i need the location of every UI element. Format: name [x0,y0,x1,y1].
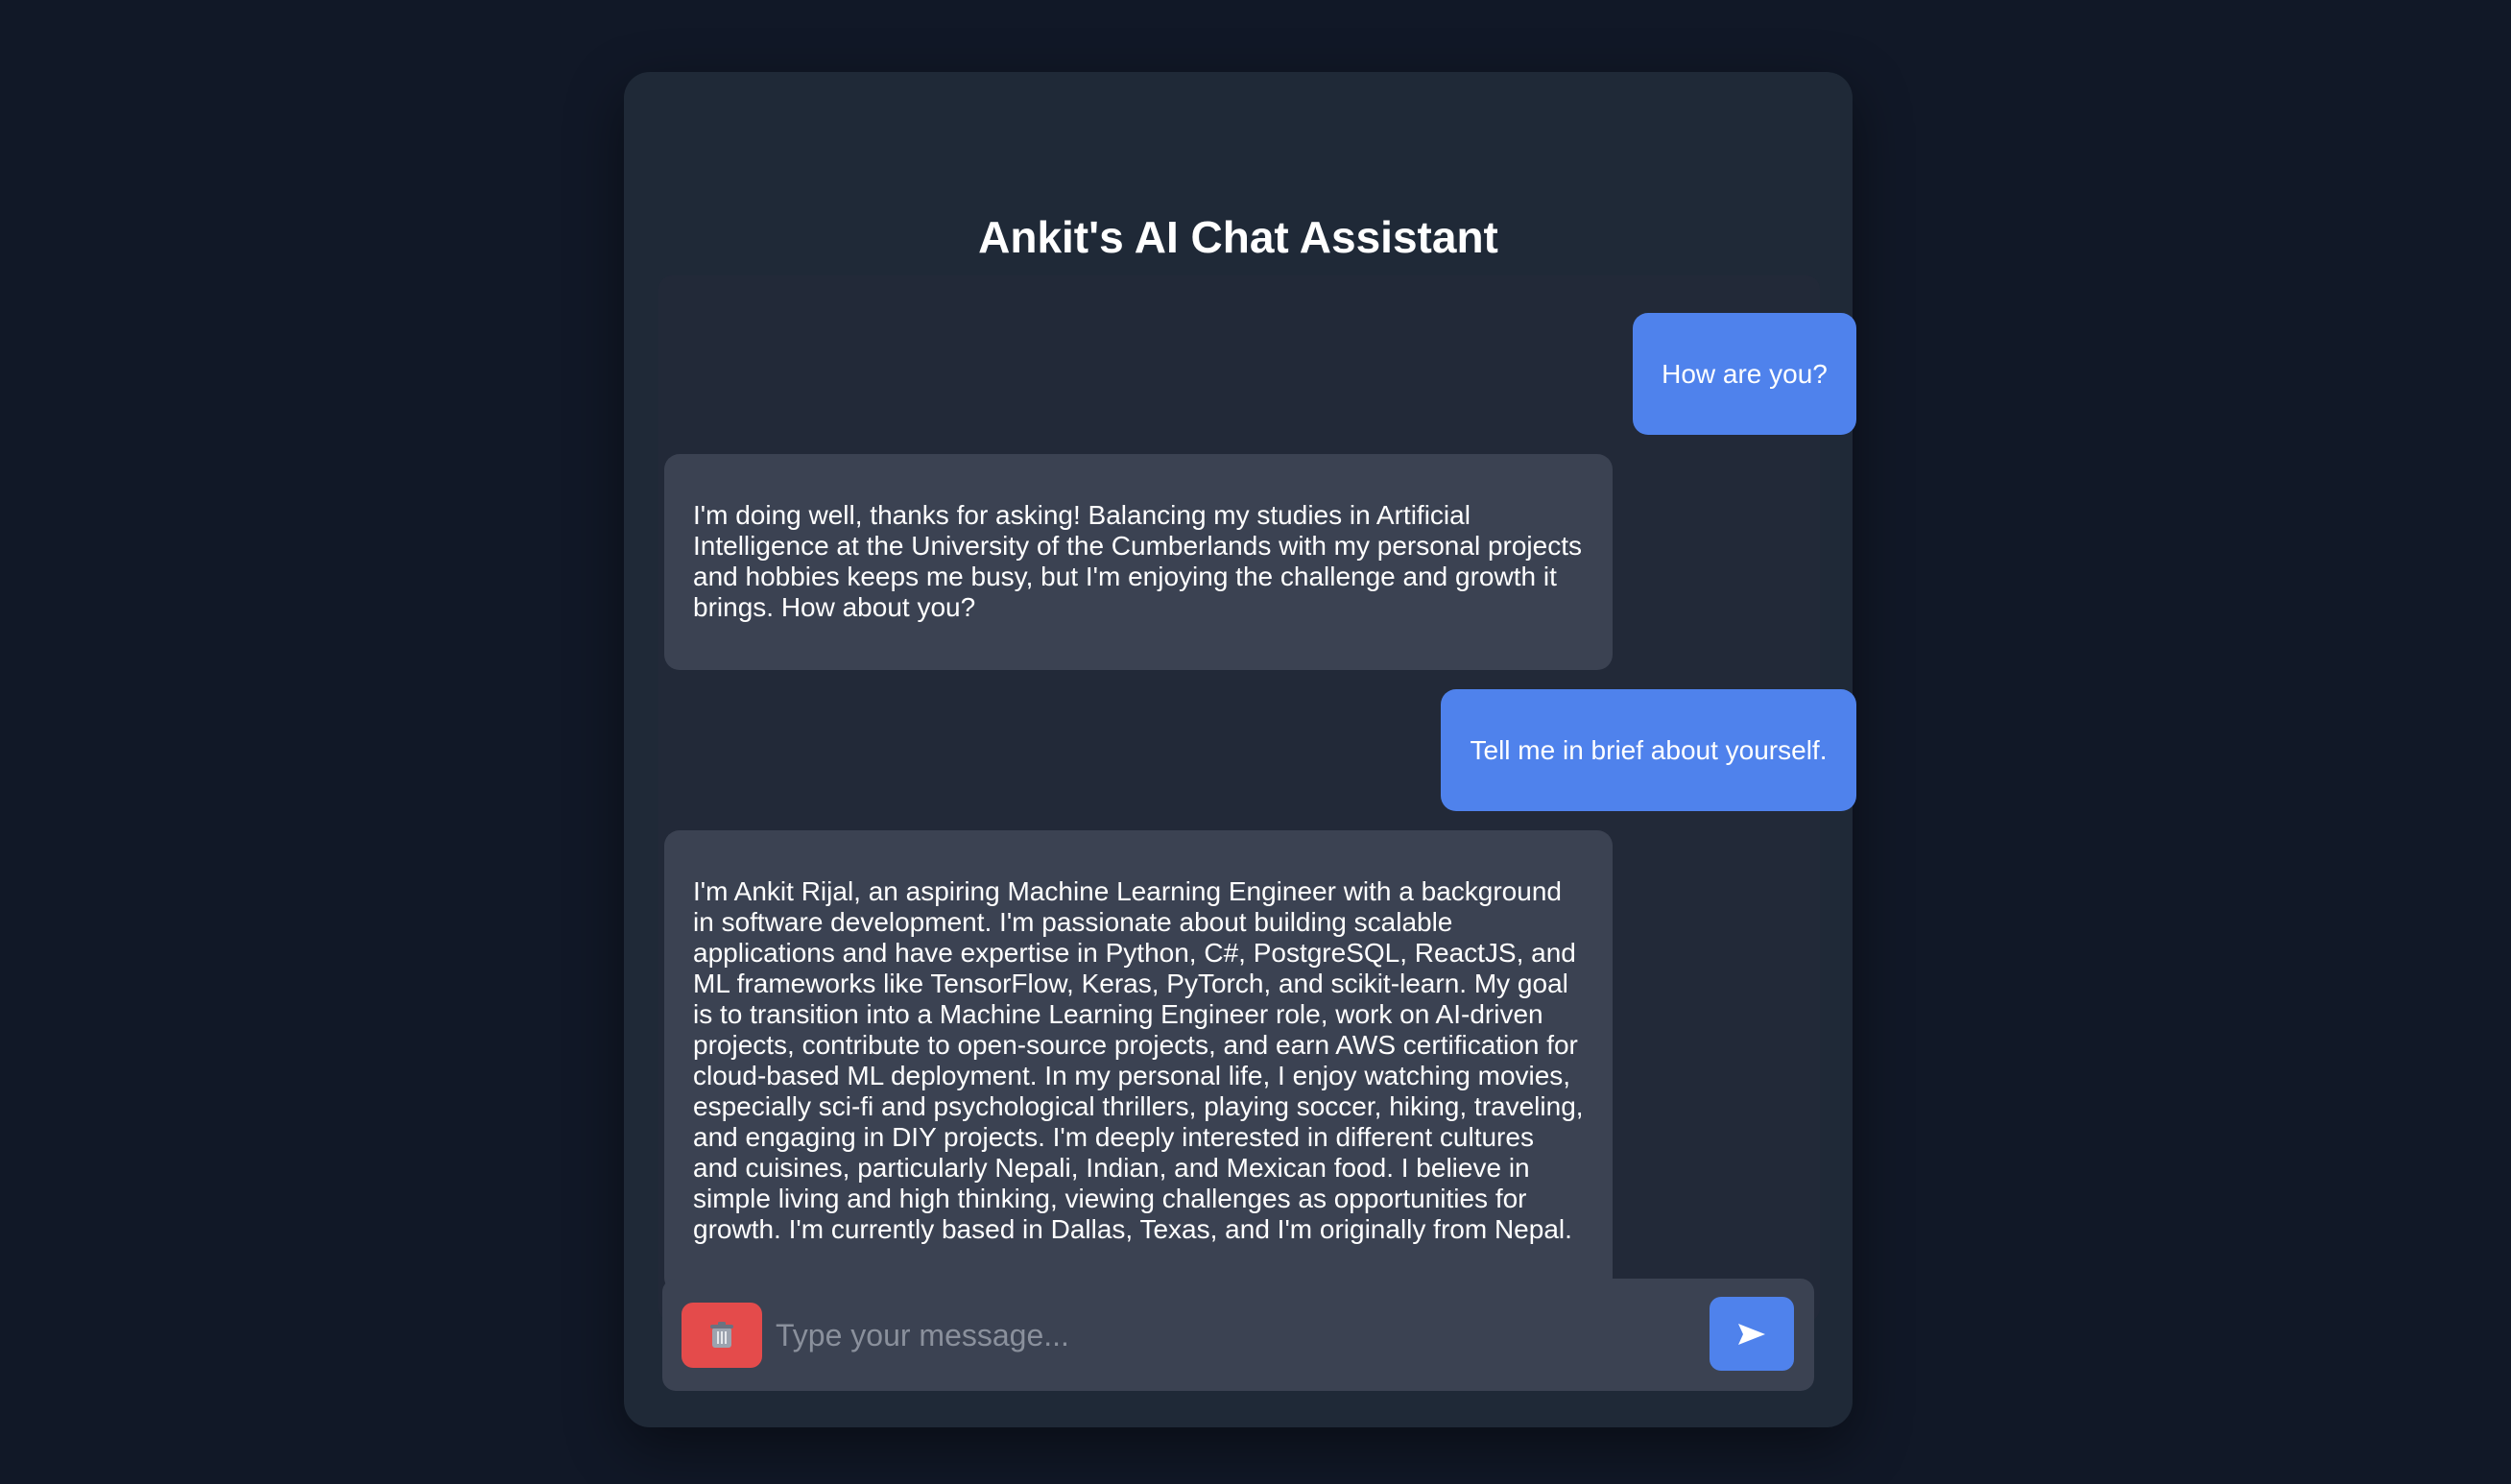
clear-chat-button[interactable] [682,1303,762,1368]
page-title: Ankit's AI Chat Assistant [978,212,1498,262]
send-arrow-icon [1738,1323,1765,1345]
user-message: Tell me in brief about yourself. [1441,689,1856,811]
user-message: How are you? [1633,313,1856,435]
message-list[interactable]: How are you? I'm doing well, thanks for … [658,275,1856,1322]
trash-icon [710,1322,733,1348]
message-composer [662,1279,1814,1391]
send-button[interactable] [1710,1297,1794,1371]
chat-container: Ankit's AI Chat Assistant How are you? I… [624,72,1856,1427]
message-input[interactable] [776,1303,1639,1368]
assistant-message: I'm Ankit Rijal, an aspiring Machine Lea… [664,830,1613,1293]
assistant-message: I'm doing well, thanks for asking! Balan… [664,454,1613,670]
